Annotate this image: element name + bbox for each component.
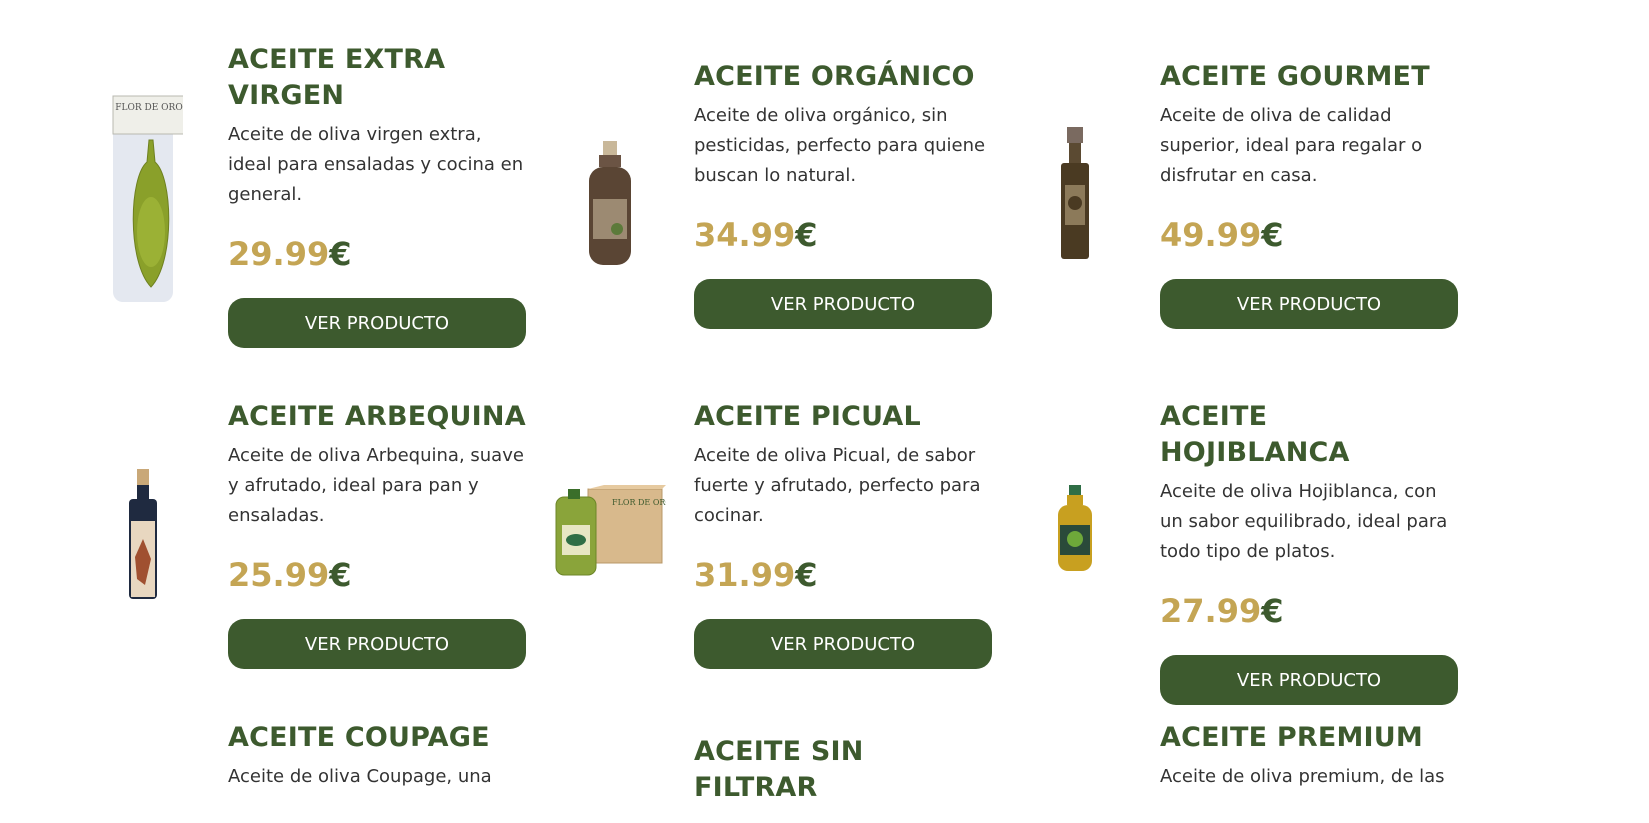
product-title: ACEITE PREMIUM: [1160, 722, 1423, 753]
product-info: ACEITE ORGÁNICO Aceite de oliva orgánico…: [694, 59, 994, 329]
view-product-button[interactable]: VER PRODUCTO: [1160, 655, 1458, 705]
product-info: ACEITE PICUAL Aceite de oliva Picual, de…: [694, 399, 994, 669]
plastic-bottle-green-cap-image: [1058, 485, 1092, 571]
product-description: Aceite de oliva de calidad superior, ide…: [1160, 105, 1423, 186]
view-product-button[interactable]: VER PRODUCTO: [228, 298, 526, 348]
price-value: 27.99: [1160, 592, 1262, 630]
jug-and-box-image: FLOR DE ORO: [555, 485, 666, 576]
product-title: ACEITE ARBEQUINA: [228, 401, 526, 432]
price-currency: €: [795, 216, 818, 254]
product-title: ACEITE COUPAGE: [228, 722, 490, 753]
view-product-button[interactable]: VER PRODUCTO: [1160, 279, 1458, 329]
product-title: ACEITE HOJIBLANCA: [1160, 401, 1350, 468]
product-price: 49.99€: [1160, 215, 1460, 255]
dark-bottle-cork-image: [129, 469, 157, 599]
price-value: 29.99: [228, 235, 330, 273]
product-info: ACEITE PREMIUM Aceite de oliva premium, …: [1160, 720, 1460, 792]
product-price: 25.99€: [228, 555, 528, 595]
price-value: 49.99: [1160, 216, 1262, 254]
product-info: ACEITE ARBEQUINA Aceite de oliva Arbequi…: [228, 399, 528, 669]
product-description: Aceite de oliva premium, de las: [1160, 766, 1445, 787]
view-product-button[interactable]: VER PRODUCTO: [228, 619, 526, 669]
product-info: ACEITE GOURMET Aceite de oliva de calida…: [1160, 59, 1460, 329]
plastic-bottle-dark-image: [589, 141, 631, 265]
product-image[interactable]: [78, 467, 208, 601]
price-currency: €: [795, 556, 818, 594]
price-currency: €: [329, 235, 352, 273]
product-description: Aceite de oliva Hojiblanca, con un sabor…: [1160, 481, 1448, 562]
product-description: Aceite de oliva virgen extra, ideal para…: [228, 124, 524, 205]
product-image[interactable]: FLOR DE ORO: [544, 485, 674, 579]
brand-label: FLOR DE ORO: [612, 498, 666, 507]
price-currency: €: [329, 556, 352, 594]
product-info: ACEITE SIN FILTRAR: [694, 734, 994, 806]
product-description: Aceite de oliva Coupage, una: [228, 766, 492, 787]
product-price: 34.99€: [694, 215, 994, 255]
product-price: 31.99€: [694, 555, 994, 595]
price-value: 31.99: [694, 556, 796, 594]
price-value: 25.99: [228, 556, 330, 594]
product-image[interactable]: [1010, 125, 1140, 261]
product-description: Aceite de oliva orgánico, sin pesticidas…: [694, 105, 986, 186]
product-image[interactable]: FLOR DE ORO: [78, 92, 208, 304]
product-title: ACEITE EXTRA VIRGEN: [228, 44, 446, 111]
product-title: ACEITE GOURMET: [1160, 61, 1430, 92]
product-title: ACEITE SIN FILTRAR: [694, 736, 864, 803]
product-grid: FLOR DE ORO ACEITE EXTRA VIRGEN Aceite d…: [0, 0, 1649, 823]
product-price: 27.99€: [1160, 591, 1460, 631]
product-title: ACEITE ORGÁNICO: [694, 61, 975, 92]
view-product-button[interactable]: VER PRODUCTO: [694, 279, 992, 329]
brand-label: FLOR DE ORO: [115, 103, 182, 113]
product-image[interactable]: [544, 139, 674, 269]
price-value: 34.99: [694, 216, 796, 254]
product-info: ACEITE COUPAGE Aceite de oliva Coupage, …: [228, 720, 528, 792]
product-title: ACEITE PICUAL: [694, 401, 921, 432]
price-currency: €: [1261, 592, 1284, 630]
product-info: ACEITE HOJIBLANCA Aceite de oliva Hojibl…: [1160, 399, 1460, 705]
product-description: Aceite de oliva Arbequina, suave y afrut…: [228, 445, 524, 526]
olive-oil-blister-pack-image: FLOR DE ORO: [112, 95, 183, 302]
view-product-button[interactable]: VER PRODUCTO: [694, 619, 992, 669]
price-currency: €: [1261, 216, 1284, 254]
product-info: ACEITE EXTRA VIRGEN Aceite de oliva virg…: [228, 42, 528, 348]
product-image[interactable]: [1010, 483, 1140, 573]
product-price: 29.99€: [228, 234, 528, 274]
product-description: Aceite de oliva Picual, de sabor fuerte …: [694, 445, 981, 526]
glass-bottle-tall-image: [1061, 127, 1089, 259]
